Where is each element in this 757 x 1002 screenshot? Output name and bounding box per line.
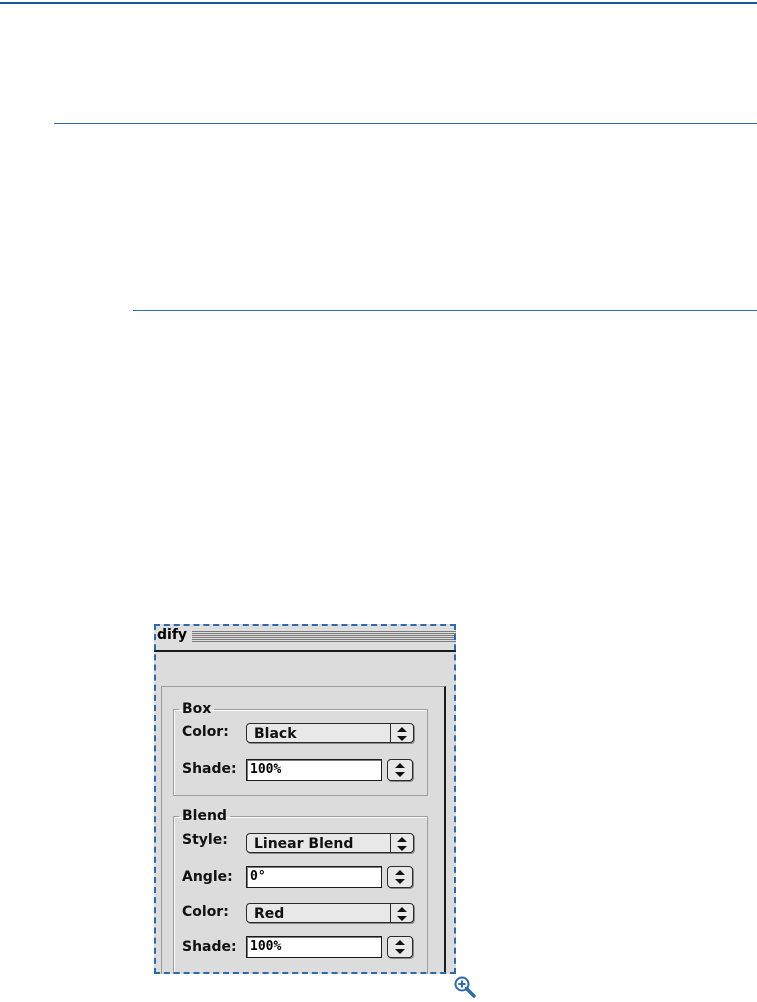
titlebar-stripes [192,631,456,643]
up-down-arrows-icon [391,834,413,854]
section-rule [54,123,757,124]
blend-style-popup[interactable]: Linear Blend [246,833,414,853]
blend-shade-stepper[interactable] [387,936,413,958]
blend-shade-label: Shade: [182,939,237,955]
zoom-in-icon[interactable] [453,976,477,998]
blend-group-legend: Blend [182,808,227,824]
box-color-popup[interactable]: Black [246,723,414,743]
up-down-arrows-icon [395,940,405,954]
dialog-titlebar[interactable]: dify [154,624,456,652]
blend-angle-label: Angle: [182,869,233,885]
box-group-legend: Box [182,701,212,717]
up-down-arrows-icon [391,724,413,744]
box-shade-field[interactable]: 100% [246,759,382,781]
dialog-title: dify [157,627,191,643]
box-shade-label: Shade: [182,761,237,777]
blend-shade-field[interactable]: 100% [246,936,382,958]
box-color-label: Color: [182,724,229,740]
blend-style-label: Style: [182,832,228,848]
up-down-arrows-icon [395,763,405,777]
up-down-arrows-icon [391,904,413,924]
box-shade-stepper[interactable] [387,759,413,781]
box-group: Box [173,702,428,796]
blend-color-value: Red [254,906,285,922]
blend-color-label: Color: [182,904,229,920]
up-down-arrows-icon [395,870,405,884]
blend-style-value: Linear Blend [254,836,354,852]
blend-angle-stepper[interactable] [387,866,413,888]
subsection-rule [133,310,757,311]
dialog-screenshot: dify Box Color: Black Shade: 100% Blend … [154,624,456,974]
blend-angle-field[interactable]: 0° [246,866,382,888]
box-color-value: Black [254,726,297,742]
blend-color-popup[interactable]: Red [246,903,414,923]
top-rule [0,2,757,4]
